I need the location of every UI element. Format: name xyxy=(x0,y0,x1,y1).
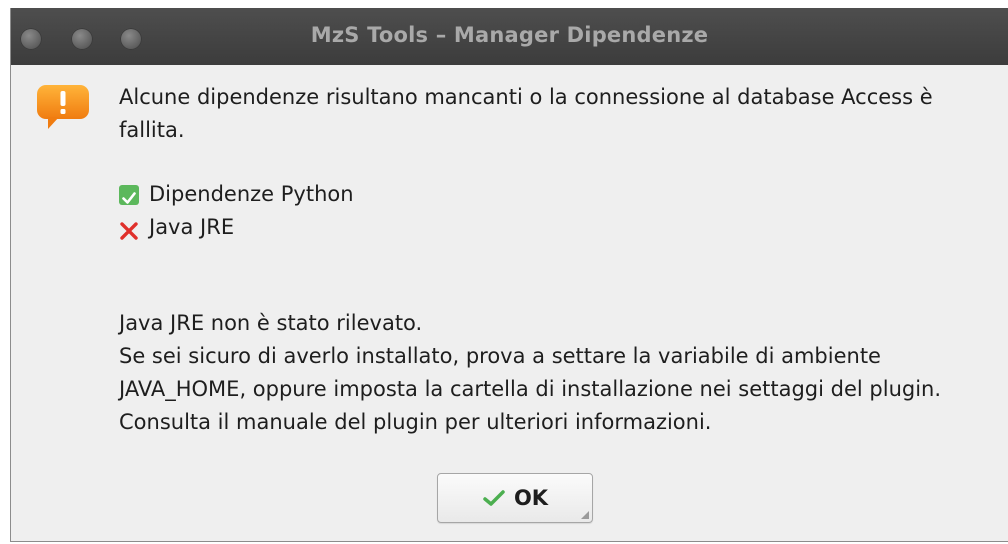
dialog-content: Alcune dipendenze risultano mancanti o l… xyxy=(119,81,999,439)
status-item-java: Java JRE xyxy=(119,211,999,244)
cross-mark-icon xyxy=(119,218,139,240)
details-line: JAVA_HOME, oppure imposta la cartella di… xyxy=(119,377,942,401)
warning-icon xyxy=(37,85,89,129)
dialog-window: MzS Tools – Manager Dipendenze Alcune di… xyxy=(10,8,1008,542)
check-icon xyxy=(483,490,505,506)
status-item-label: Java JRE xyxy=(149,215,235,239)
dialog-message: Alcune dipendenze risultano mancanti o l… xyxy=(119,85,933,142)
title-bar: MzS Tools – Manager Dipendenze xyxy=(11,8,1008,65)
resize-grip-icon xyxy=(581,511,589,519)
status-item-python: Dipendenze Python xyxy=(119,178,999,211)
check-mark-icon xyxy=(119,184,139,205)
details-line: Java JRE non è stato rilevato. xyxy=(119,311,423,335)
details-line: Consulta il manuale del plugin per ulter… xyxy=(119,410,712,434)
ok-button-label: OK xyxy=(513,486,549,510)
status-item-label: Dipendenze Python xyxy=(149,182,354,206)
error-details: Java JRE non è stato rilevato. Se sei si… xyxy=(119,307,999,439)
ok-button[interactable]: OK xyxy=(437,473,593,523)
window-title: MzS Tools – Manager Dipendenze xyxy=(310,23,709,47)
dependency-status-list: Dipendenze Python Java JRE xyxy=(119,178,999,244)
details-line: Se sei sicuro di averlo installato, prov… xyxy=(119,344,881,368)
